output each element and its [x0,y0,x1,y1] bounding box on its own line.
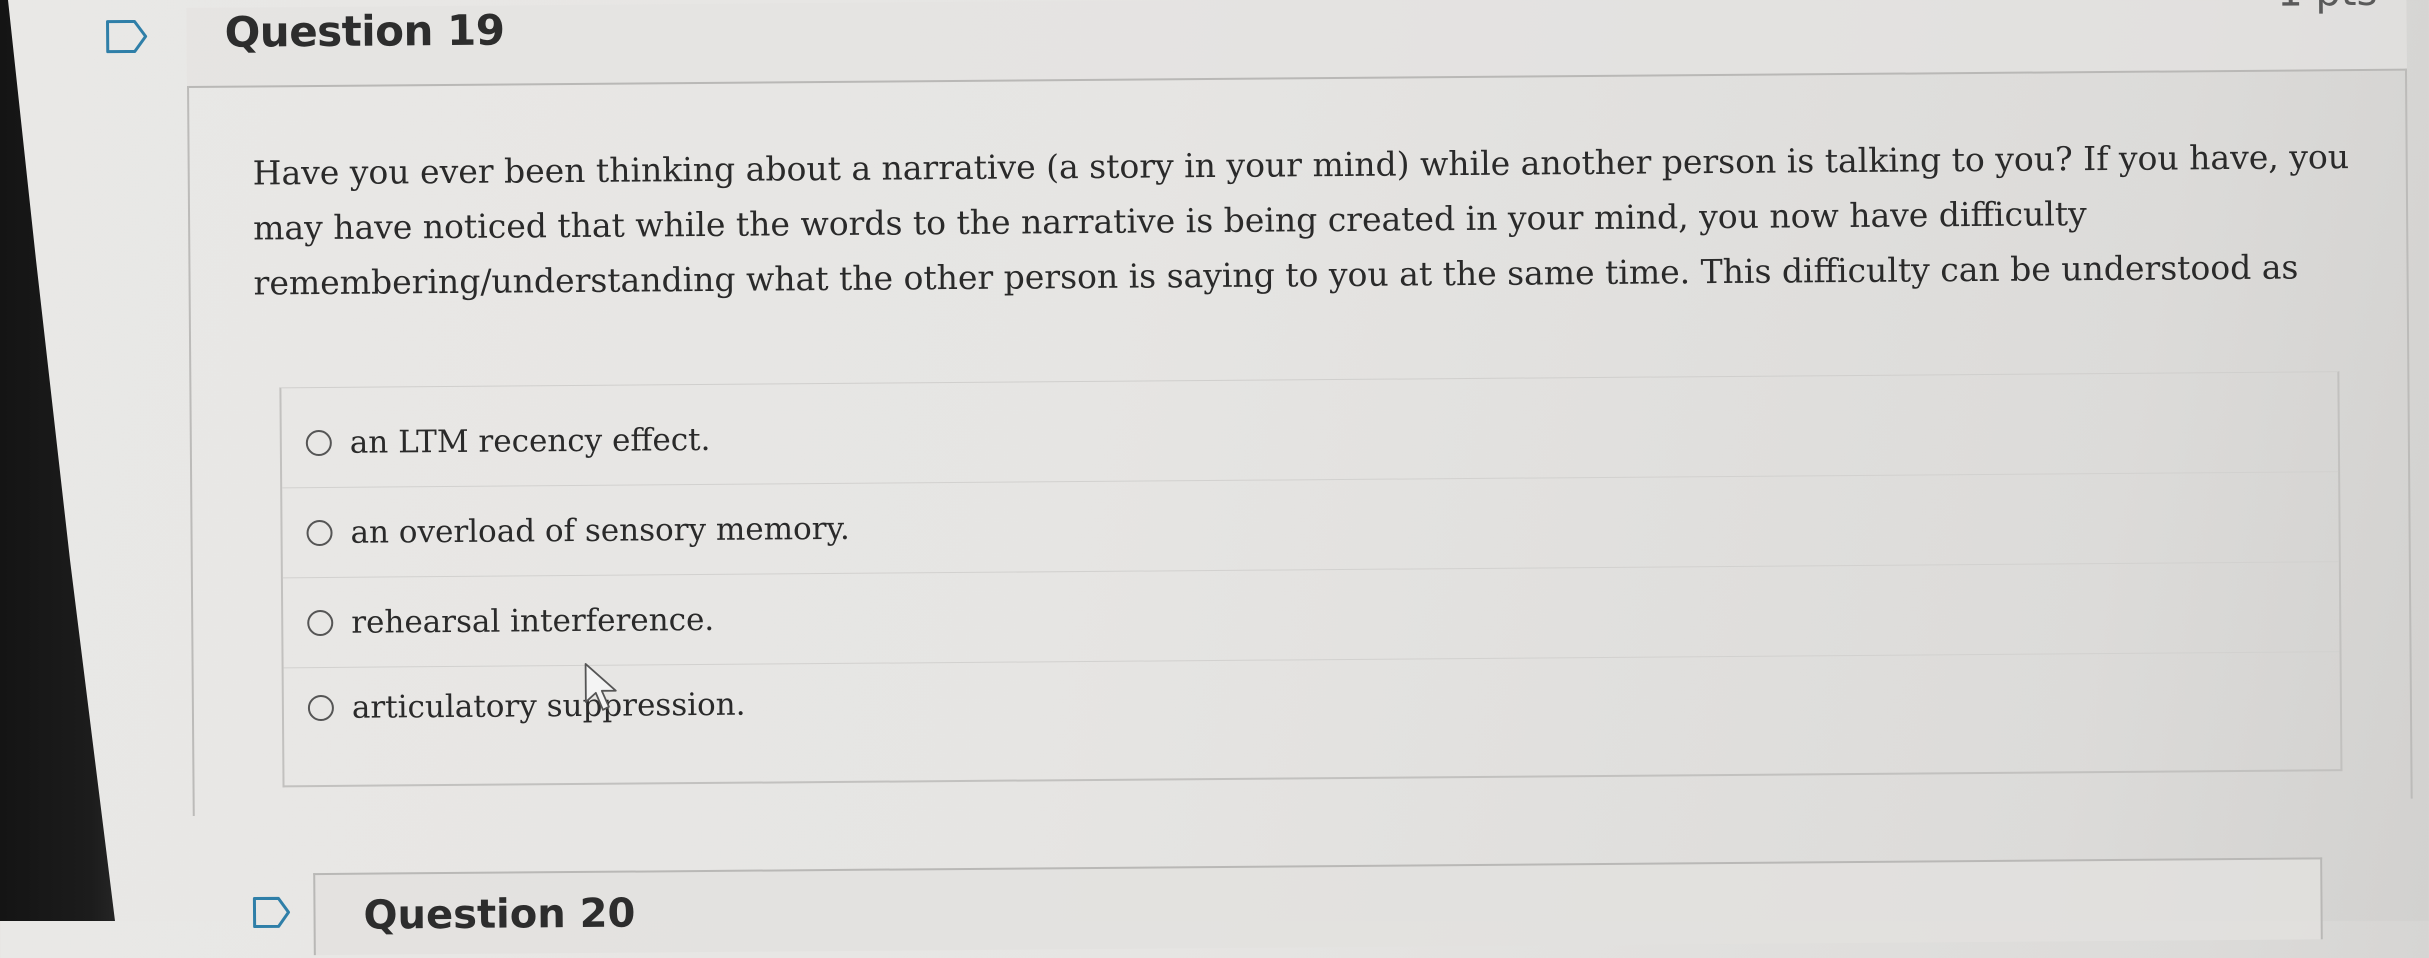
radio-button[interactable] [307,609,334,636]
cursor-icon [584,663,617,711]
question-points: 1 pts [2277,0,2377,16]
flag-icon[interactable] [251,895,291,929]
next-question-title: Question 20 [363,890,636,939]
radio-button[interactable] [305,429,332,456]
answer-option[interactable]: an LTM recency effect. [281,382,2339,489]
answer-list: an LTM recency effect. an overload of se… [279,371,2343,788]
quiz-page: Question 19 1 pts Have you ever been thi… [0,0,2429,956]
flag-icon[interactable] [104,18,148,54]
radio-button[interactable] [307,694,335,722]
answer-option[interactable]: an overload of sensory memory. [282,472,2339,579]
question-title: Question 19 [224,5,505,57]
question-text: Have you ever been thinking about a narr… [252,137,2350,303]
answer-label: rehearsal interference. [351,601,715,641]
answer-label: an overload of sensory memory. [350,510,850,551]
answer-label: an LTM recency effect. [349,421,711,461]
answer-label: articulatory suppression. [351,686,746,726]
radio-button[interactable] [306,519,333,546]
